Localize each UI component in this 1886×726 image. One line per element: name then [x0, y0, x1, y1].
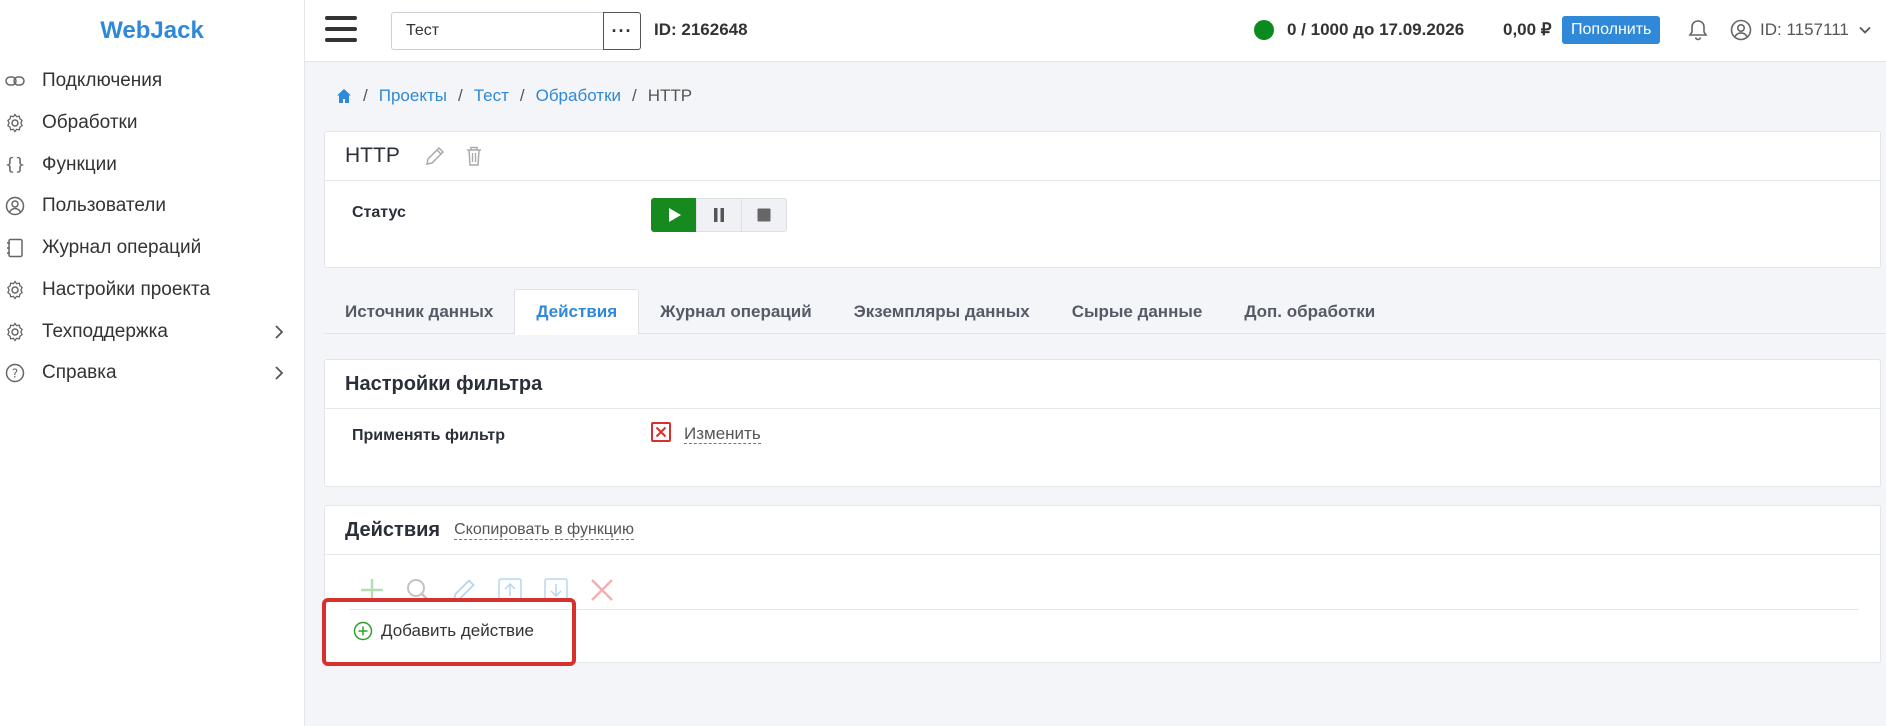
breadcrumb-processing[interactable]: Обработки [536, 86, 621, 106]
sidebar-item-users[interactable]: Пользователи [0, 186, 300, 226]
breadcrumb-current: HTTP [647, 86, 693, 105]
trash-icon[interactable] [464, 145, 484, 167]
filter-disabled-icon[interactable] [651, 422, 671, 442]
breadcrumb-project[interactable]: Тест [474, 86, 509, 106]
play-icon [669, 208, 681, 222]
sidebar-item-processing[interactable]: Обработки [0, 103, 300, 143]
breadcrumb-projects[interactable]: Проекты [379, 86, 447, 106]
sidebar-item-operations-log[interactable]: Журнал операций [0, 228, 300, 268]
logo[interactable]: WebJack [0, 0, 304, 62]
sidebar-item-label: Справка [42, 362, 117, 383]
actions-card-title: Действия [345, 518, 441, 541]
home-icon[interactable] [336, 88, 352, 104]
sidebar-item-label: Подключения [42, 70, 163, 91]
pause-button[interactable] [696, 198, 742, 232]
filter-settings-card: Настройки фильтра Применять фильтр Измен… [324, 359, 1881, 487]
tab-actions[interactable]: Действия [514, 289, 640, 335]
project-options-button[interactable]: ··· [603, 12, 641, 50]
sidebar-item-label: Техподдержка [42, 321, 168, 342]
highlight-box [322, 598, 576, 666]
pause-icon [714, 208, 724, 222]
breadcrumb: / Проекты / Тест / Обработки / HTTP [336, 86, 692, 106]
balance-text: 0,00 ₽ [1503, 20, 1552, 39]
processing-header-card: HTTP Статус [324, 131, 1881, 268]
sidebar-item-label: Пользователи [42, 195, 167, 216]
copy-to-function-link[interactable]: Скопировать в функцию [454, 521, 634, 540]
sidebar-item-help[interactable]: ? Справка [0, 353, 300, 393]
breadcrumb-separator: / [519, 86, 525, 105]
status-controls [651, 198, 787, 232]
tab-operations-log[interactable]: Журнал операций [639, 289, 833, 334]
breadcrumb-separator: / [632, 86, 637, 105]
question-circle-icon: ? [4, 362, 26, 384]
notebook-icon [4, 237, 26, 259]
chevron-right-icon [272, 322, 286, 342]
edit-icon[interactable] [424, 145, 446, 167]
user-menu[interactable]: ID: 1157111 [1730, 18, 1871, 42]
bell-icon[interactable] [1687, 18, 1709, 42]
sidebar-item-connections[interactable]: Подключения [0, 61, 300, 101]
stop-icon [757, 208, 771, 222]
sidebar-item-label: Обработки [42, 112, 138, 133]
sidebar-item-project-settings[interactable]: Настройки проекта [0, 270, 300, 310]
sidebar-item-support[interactable]: Техподдержка [0, 312, 300, 352]
quota-text: 0 / 1000 до 17.09.2026 [1287, 20, 1465, 39]
play-button[interactable] [651, 198, 697, 232]
close-icon [591, 578, 613, 601]
sidebar-item-label: Журнал операций [42, 237, 202, 258]
chevron-right-icon [272, 363, 286, 383]
user-circle-icon [4, 195, 26, 217]
change-filter-link[interactable]: Изменить [684, 424, 761, 444]
breadcrumb-separator: / [363, 86, 368, 105]
stop-button[interactable] [741, 198, 787, 232]
menu-toggle-button[interactable] [325, 16, 357, 44]
filter-card-title: Настройки фильтра [345, 372, 543, 395]
svg-text:?: ? [12, 367, 18, 381]
breadcrumb-separator: / [457, 86, 463, 105]
sidebar-item-functions[interactable]: {} Функции [0, 145, 300, 185]
page-title: HTTP [345, 144, 400, 167]
sidebar-item-label: Функции [42, 154, 117, 175]
gear-icon [4, 321, 26, 343]
project-search-input[interactable] [391, 12, 603, 50]
tabs: Источник данных Действия Журнал операций… [324, 289, 1886, 335]
braces-icon: {} [4, 155, 26, 175]
project-id: ID: 2162648 [654, 20, 748, 39]
topup-button[interactable]: Пополнить [1562, 16, 1661, 44]
sidebar: WebJack Подключения Обработки {} Функции… [0, 0, 305, 726]
link-icon [4, 70, 26, 92]
chevron-down-icon [1859, 26, 1871, 34]
apply-filter-label: Применять фильтр [352, 427, 505, 444]
delete-button[interactable] [579, 573, 625, 607]
gear-icon [4, 279, 26, 301]
tab-raw-data[interactable]: Сырые данные [1051, 289, 1224, 334]
user-id: ID: 1157111 [1760, 20, 1849, 39]
tab-data-source[interactable]: Источник данных [324, 289, 514, 334]
tab-data-instances[interactable]: Экземпляры данных [833, 289, 1051, 334]
status-indicator-icon [1254, 20, 1274, 40]
sidebar-item-label: Настройки проекта [42, 279, 211, 300]
user-circle-icon [1730, 19, 1752, 41]
status-label: Статус [352, 204, 406, 221]
topbar: ··· ID: 2162648 0 / 1000 до 17.09.2026 0… [305, 0, 1886, 62]
gear-icon [4, 112, 26, 134]
tab-extra-processing[interactable]: Доп. обработки [1223, 289, 1396, 334]
